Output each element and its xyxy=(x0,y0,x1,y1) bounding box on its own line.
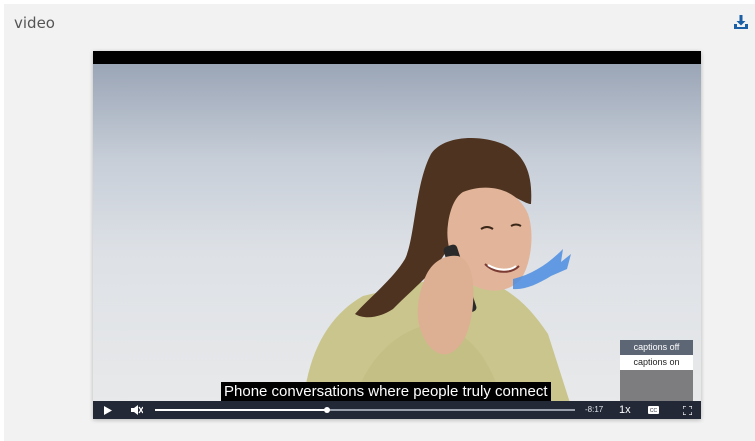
video-panel: video Phone conversations where people t… xyxy=(4,4,755,441)
play-icon xyxy=(104,405,112,415)
progress-fill xyxy=(155,409,328,411)
fullscreen-button[interactable] xyxy=(681,401,693,419)
play-button[interactable] xyxy=(101,401,115,419)
fullscreen-icon xyxy=(682,405,692,415)
download-button[interactable] xyxy=(733,14,749,30)
mute-button[interactable] xyxy=(129,401,145,419)
captions-menu: captions off captions on xyxy=(620,340,693,406)
video-letterbox xyxy=(93,51,701,64)
mute-icon xyxy=(131,405,143,415)
caption-overlay: Phone conversations where people truly c… xyxy=(221,382,551,402)
progress-bar[interactable] xyxy=(155,407,575,413)
player-controls: -8:17 1x CC xyxy=(93,401,701,419)
captions-button[interactable]: CC xyxy=(646,401,660,419)
cc-label: CC xyxy=(649,408,657,414)
video-frame[interactable]: Phone conversations where people truly c… xyxy=(93,64,701,406)
progress-handle[interactable] xyxy=(324,407,331,413)
captions-off-option[interactable]: captions off xyxy=(620,340,693,355)
captions-icon: CC xyxy=(647,406,659,414)
playback-rate-button[interactable]: 1x xyxy=(619,401,631,419)
download-icon xyxy=(734,15,748,29)
video-still xyxy=(303,138,571,406)
time-remaining: -8:17 xyxy=(585,405,604,414)
captions-on-option[interactable]: captions on xyxy=(620,355,693,370)
video-player[interactable]: Phone conversations where people truly c… xyxy=(93,51,701,419)
panel-title: video xyxy=(14,14,55,32)
